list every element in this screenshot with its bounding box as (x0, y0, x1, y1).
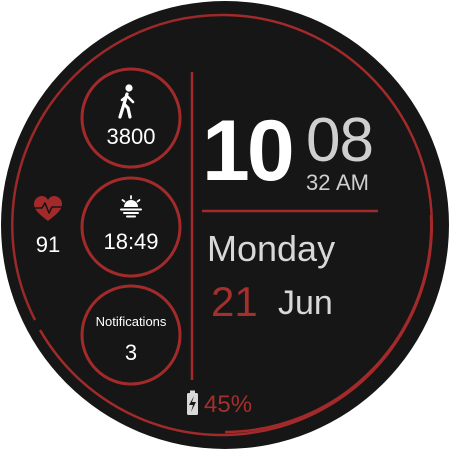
heart-rate-value: 91 (35, 232, 61, 257)
date-display: Monday 21 Jun (207, 228, 387, 328)
date-weekday: Monday (207, 228, 336, 269)
notifications-count: 3 (124, 340, 138, 365)
time-seconds: 32 (306, 170, 331, 195)
sunrise-complication[interactable]: 18:49 (82, 225, 180, 259)
date-month: Jun (278, 284, 333, 322)
battery-complication[interactable]: 45% (204, 390, 284, 420)
date-day: 21 (211, 278, 258, 325)
time-minute: 08 (306, 106, 374, 175)
watch-face (1, 1, 449, 449)
battery-percent: 45% (204, 391, 253, 418)
time-ampm: AM (336, 170, 369, 195)
watch-dial (1, 1, 449, 449)
time-hour: 10 (202, 103, 295, 199)
steps-complication[interactable]: 3800 (82, 120, 180, 154)
battery-charging-icon (187, 390, 198, 415)
heart-rate-complication[interactable]: 91 (22, 230, 74, 260)
steps-value: 3800 (106, 124, 156, 149)
time-display: 10 08 32 AM (202, 106, 392, 206)
notifications-complication[interactable]: Notifications 3 (82, 312, 180, 372)
sunrise-time: 18:49 (103, 229, 159, 254)
notifications-label: Notifications (95, 314, 167, 329)
